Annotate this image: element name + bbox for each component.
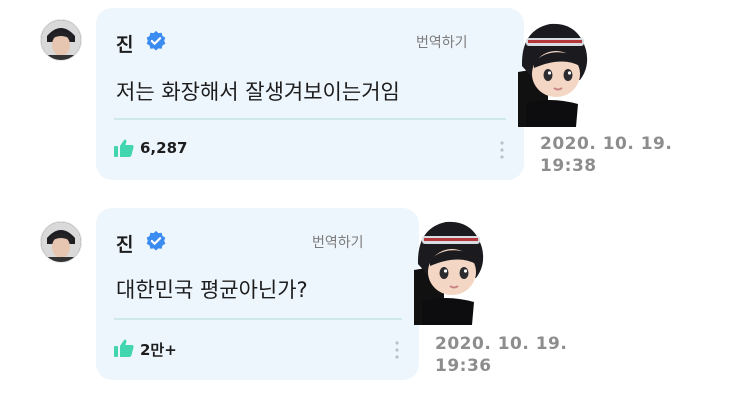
timestamp-time: 19:36 [435,356,492,376]
message-2: 진 번역하기 대한민국 평균아닌가? 2만+ 2020. 10. 19. 19:… [0,0,750,401]
timestamp-date: 2020. 10. 19. [435,334,568,354]
verified-badge-icon [146,230,166,251]
like-count: 2만+ [140,341,177,359]
character-sticker [414,221,484,325]
more-vertical-icon[interactable] [394,340,400,360]
divider [114,318,402,320]
translate-button[interactable]: 번역하기 [312,232,364,252]
thumbs-up-icon[interactable] [114,339,134,357]
avatar-image [41,222,81,262]
message-text: 대한민국 평균아닌가? [116,278,308,302]
message-bubble: 진 번역하기 대한민국 평균아닌가? 2만+ [96,208,419,380]
avatar[interactable] [40,221,82,263]
author-name[interactable]: 진 [116,230,133,257]
timestamp: 2020. 10. 19. 19:36 [435,333,567,377]
